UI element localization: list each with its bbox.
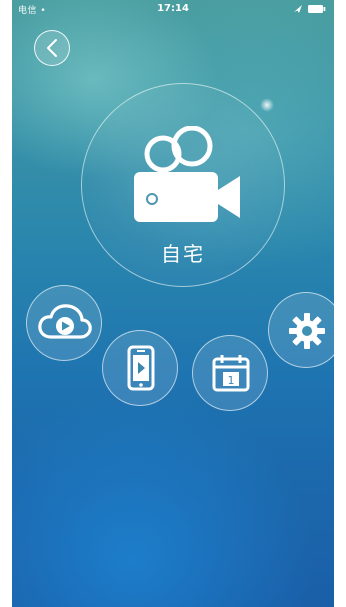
light-glint [260,98,274,112]
status-icons [288,2,328,16]
gear-icon [289,313,325,349]
status-bar: 电信 • 17:14 [12,0,334,18]
app-screen: 电信 • 17:14 自宅 1 [12,0,334,607]
phone-play-icon [127,345,155,391]
cloud-playback-button[interactable] [26,285,102,361]
settings-button[interactable] [268,292,334,368]
battery-icon [308,5,326,13]
chevron-left-icon [47,39,57,57]
calendar-day-label: 1 [228,374,235,387]
location-arrow-icon [294,5,302,13]
device-live-view-button[interactable]: 自宅 [81,83,285,287]
clock: 17:14 [157,3,189,14]
cloud-play-icon [38,304,92,339]
calendar-playback-button[interactable]: 1 [192,335,268,411]
back-button[interactable] [34,30,70,66]
video-camera-icon [134,126,240,222]
calendar-icon: 1 [212,355,250,392]
local-playback-button[interactable] [102,330,178,406]
device-name: 自宅 [161,242,205,266]
